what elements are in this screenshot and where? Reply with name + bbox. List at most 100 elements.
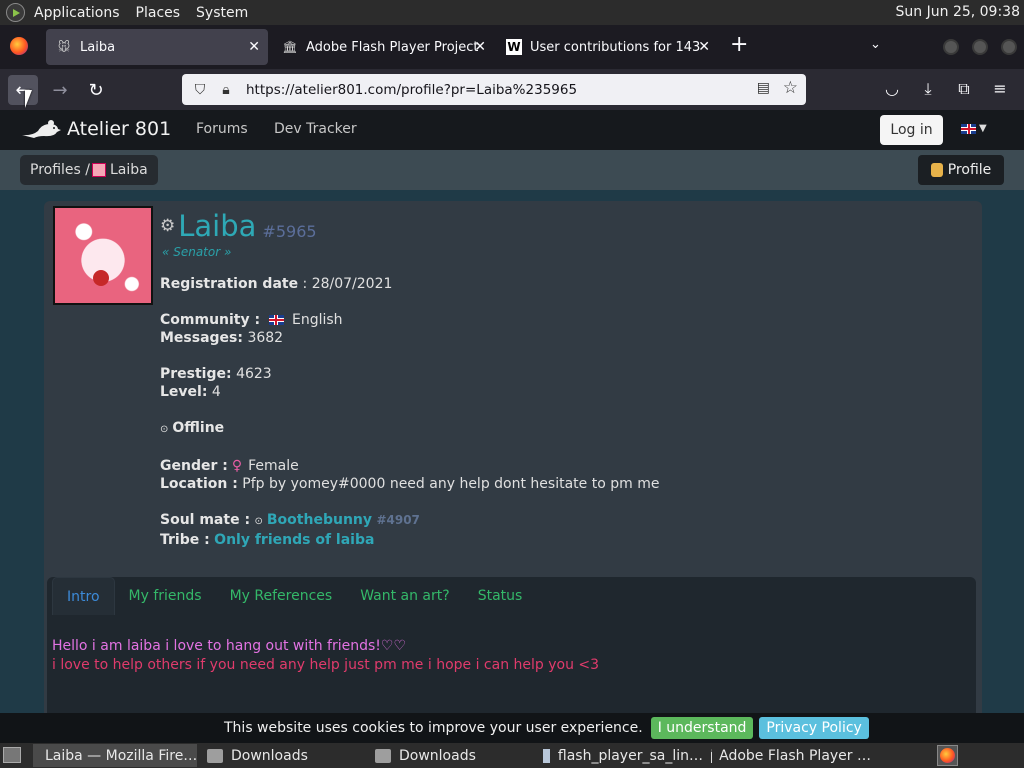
tab-my-friends[interactable]: My friends [115,577,216,615]
applications-menu[interactable]: Applications [34,5,120,21]
extensions-icon[interactable]: ⧉ [954,79,974,99]
uk-flag-icon [961,123,976,134]
tab-my-references[interactable]: My References [216,577,347,615]
username: Laiba [178,209,257,243]
tribe-label: Tribe : [160,532,210,548]
close-window-icon[interactable] [1001,39,1017,55]
tab-want-an-art[interactable]: Want an art? [346,577,464,615]
wikipedia-favicon-icon: W [506,39,522,55]
profile-button[interactable]: Profile [918,155,1004,185]
nav-forums[interactable]: Forums [196,121,248,137]
messages-label: Messages: [160,330,243,346]
forward-arrow-icon[interactable]: → [45,75,75,105]
soulmate-tag: #4907 [376,513,420,527]
mouse-logo-icon [22,120,61,138]
community-label: Community : [160,312,261,328]
task-label: flash_player_sa_lin… [557,747,703,764]
tab-title: Laiba [80,39,116,55]
building-favicon-icon: 🏛 [282,40,298,54]
task-firefox[interactable]: Laiba — Mozilla Fire… [33,744,197,767]
mouse-favicon-icon: 🐭 [57,40,71,54]
intro-text: Hello i am laiba i love to hang out with… [52,637,599,675]
task-label: Downloads [399,747,476,764]
menu-hamburger-icon[interactable]: ≡ [990,79,1010,98]
lock-icon[interactable]: 🔒︎ [218,82,234,98]
folder-icon [375,748,391,763]
new-tab-plus-icon[interactable]: + [730,34,748,56]
tab-user-contributions[interactable]: W User contributions for 143.2 ✕ [496,29,718,65]
breadcrumb-profiles[interactable]: Profiles / [30,162,90,178]
nav-toolbar: ← → ↻ ⛉ 🔒︎ https://atelier801.com/profil… [0,69,1024,110]
distro-logo-icon[interactable] [6,3,25,22]
messages-value: 3682 [247,330,284,346]
url-text[interactable]: https://atelier801.com/profile?pr=Laiba%… [246,82,577,98]
community-value: English [292,312,343,328]
intro-line-2: i love to help others if you need any he… [52,657,600,673]
task-downloads-2[interactable]: Downloads [371,744,535,767]
tab-title: User contributions for 143.2 [530,39,700,55]
folder-icon [207,748,223,763]
minimize-window-icon[interactable] [943,39,959,55]
uk-flag-icon [268,315,284,325]
maximize-window-icon[interactable] [972,39,988,55]
task-flash-player-archive[interactable]: flash_player_sa_lin… [539,744,703,767]
downloads-icon[interactable]: ⤓ [918,79,938,99]
breadcrumb-band: Profiles / Laiba Profile [0,150,1024,190]
tray-firefox-icon[interactable] [937,745,958,766]
level-value: 4 [211,384,221,400]
system-menu[interactable]: System [196,5,248,21]
prestige-value: 4623 [236,366,272,382]
registration-label: Registration date [160,276,299,292]
pocket-icon[interactable]: ◡ [882,79,902,98]
privacy-policy-button[interactable]: Privacy Policy [759,717,869,739]
task-label: Laiba — Mozilla Fire… [45,747,197,764]
task-adobe-flash-player[interactable]: Adobe Flash Player … [707,744,871,767]
tab-adobe-flash[interactable]: 🏛 Adobe Flash Player Projecto ✕ [272,29,494,65]
profile-tabs-panel: Intro My friends My References Want an a… [47,577,976,721]
close-tab-icon[interactable]: ✕ [474,39,486,55]
tab-intro[interactable]: Intro [52,577,115,615]
site-logo[interactable]: Atelier 801 [20,118,171,140]
intro-line-1: Hello i am laiba i love to hang out with… [52,638,407,654]
gender-label: Gender : [160,458,228,474]
clock[interactable]: Sun Jun 25, 09:38 [896,4,1020,20]
tribe-link[interactable]: Only friends of laiba [214,532,374,548]
cookie-banner: This website uses cookies to improve you… [0,713,1024,743]
profile-card: ⚙ Laiba #5965 « Senator » Registration d… [44,201,982,721]
login-button[interactable]: Log in [880,115,943,145]
avatar [53,206,153,305]
registration-date: : 28/07/2021 [302,276,393,292]
task-label: Adobe Flash Player … [719,747,871,764]
tab-list-chevron-icon[interactable]: ⌄ [870,37,881,52]
offline-status-icon: ⊙ [254,516,263,527]
site-header: Atelier 801 Forums Dev Tracker Log in ▼ [0,110,1024,150]
soulmate-label: Soul mate : [160,512,251,528]
location-label: Location : [160,476,238,492]
bookmark-star-icon[interactable]: ☆ [783,78,798,98]
tab-status[interactable]: Status [464,577,537,615]
taskbar: Laiba — Mozilla Fire… Downloads Download… [0,743,1024,768]
show-desktop-icon[interactable] [3,747,21,763]
reader-view-icon[interactable]: ▤ [757,80,770,96]
cookie-accept-button[interactable]: I understand [650,717,754,739]
url-bar[interactable]: ⛉ 🔒︎ https://atelier801.com/profile?pr=L… [182,74,806,105]
soulmate-link[interactable]: Boothebunny [267,512,372,528]
task-label: Downloads [231,747,308,764]
tracking-shield-icon[interactable]: ⛉ [192,82,208,98]
firefox-view-icon[interactable] [10,37,28,55]
breadcrumb: Profiles / Laiba [20,155,158,185]
profile-button-label: Profile [947,162,992,178]
tab-laiba[interactable]: 🐭 Laiba ✕ [46,29,268,65]
close-tab-icon[interactable]: ✕ [248,39,260,55]
language-selector[interactable]: ▼ [961,123,987,134]
close-tab-icon[interactable]: ✕ [698,39,710,55]
chevron-down-icon: ▼ [979,123,987,134]
archive-icon [543,748,550,763]
places-menu[interactable]: Places [136,5,181,21]
user-tag: #5965 [262,221,317,241]
task-downloads-1[interactable]: Downloads [203,744,367,767]
breadcrumb-user[interactable]: Laiba [110,162,148,178]
nav-dev-tracker[interactable]: Dev Tracker [274,121,357,137]
top-panel: Applications Places System Sun Jun 25, 0… [0,0,1024,25]
reload-icon[interactable]: ↻ [81,75,111,105]
